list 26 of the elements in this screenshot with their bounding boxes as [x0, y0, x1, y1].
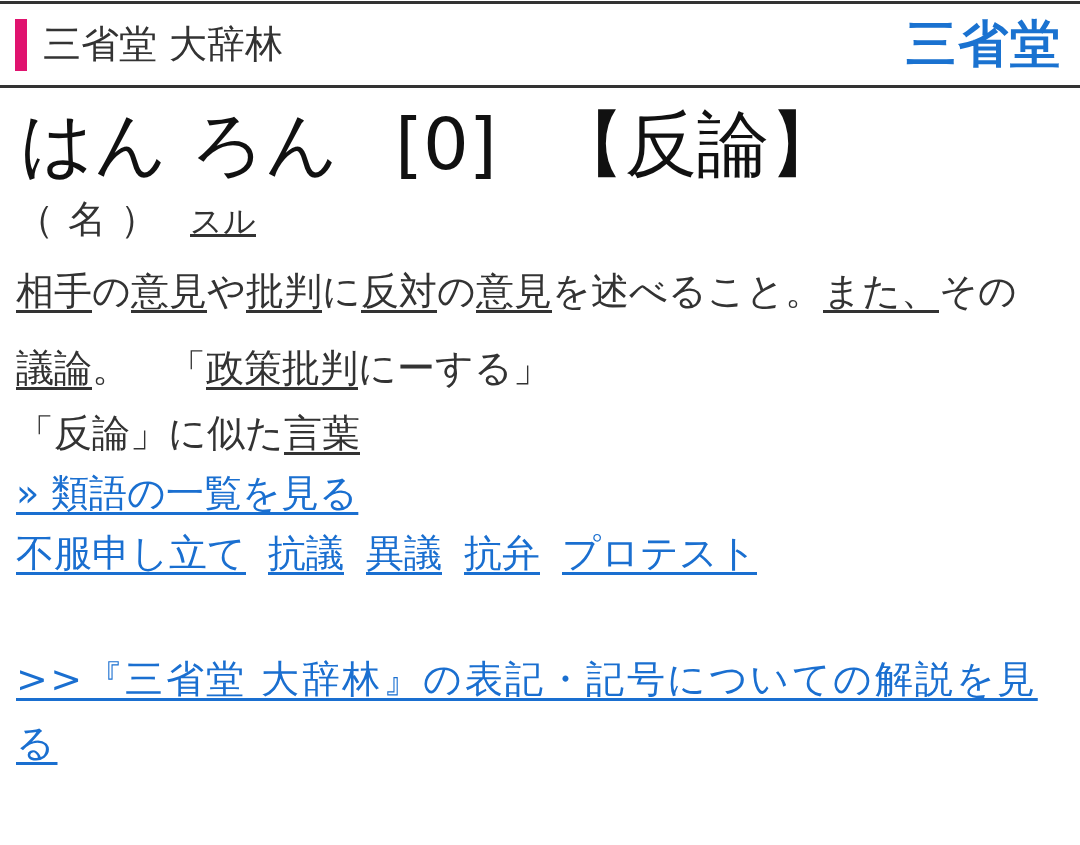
word-link[interactable]: 政策批判	[206, 346, 358, 390]
word-link[interactable]: 意見	[476, 269, 552, 313]
word-link[interactable]: 批判	[246, 269, 322, 313]
synonym-link[interactable]: 不服申し立て	[16, 523, 246, 583]
synonym-link[interactable]: 抗議	[268, 523, 344, 583]
accent-mark: [0]	[394, 108, 497, 180]
synonym-link[interactable]: 抗弁	[464, 523, 540, 583]
word-link[interactable]: 言葉	[284, 411, 360, 455]
synonym-link[interactable]: 異議	[366, 523, 442, 583]
publisher-logo[interactable]: 三省堂	[906, 11, 1062, 78]
suru-link[interactable]: スル	[190, 200, 256, 244]
synonym-link[interactable]: プロテスト	[562, 523, 757, 583]
word-link[interactable]: 意見	[131, 269, 207, 313]
accent-bar	[15, 18, 27, 71]
notation-guide-link[interactable]: >>『三省堂 大辞林』の表記・記号についての解説を見る	[16, 647, 1064, 775]
word-link[interactable]: 相手	[16, 269, 92, 313]
word-link[interactable]: 反対	[361, 269, 437, 313]
thesaurus-link[interactable]: » 類語の一覧を見る	[16, 463, 359, 523]
similar-words-heading: 「反論」に似た言葉	[16, 410, 361, 457]
part-of-speech: （名）	[16, 196, 172, 243]
definition: 相手の意見や批判に反対の意見を述べること。また、その 議論。 「政策批判にーする」	[16, 268, 1018, 392]
reading: はん ろん	[20, 108, 339, 180]
headword: 【反論】	[552, 108, 841, 180]
word-link[interactable]: また、	[823, 269, 939, 313]
dictionary-title: 三省堂 大辞林	[43, 21, 284, 68]
word-link[interactable]: 議論	[16, 346, 92, 390]
